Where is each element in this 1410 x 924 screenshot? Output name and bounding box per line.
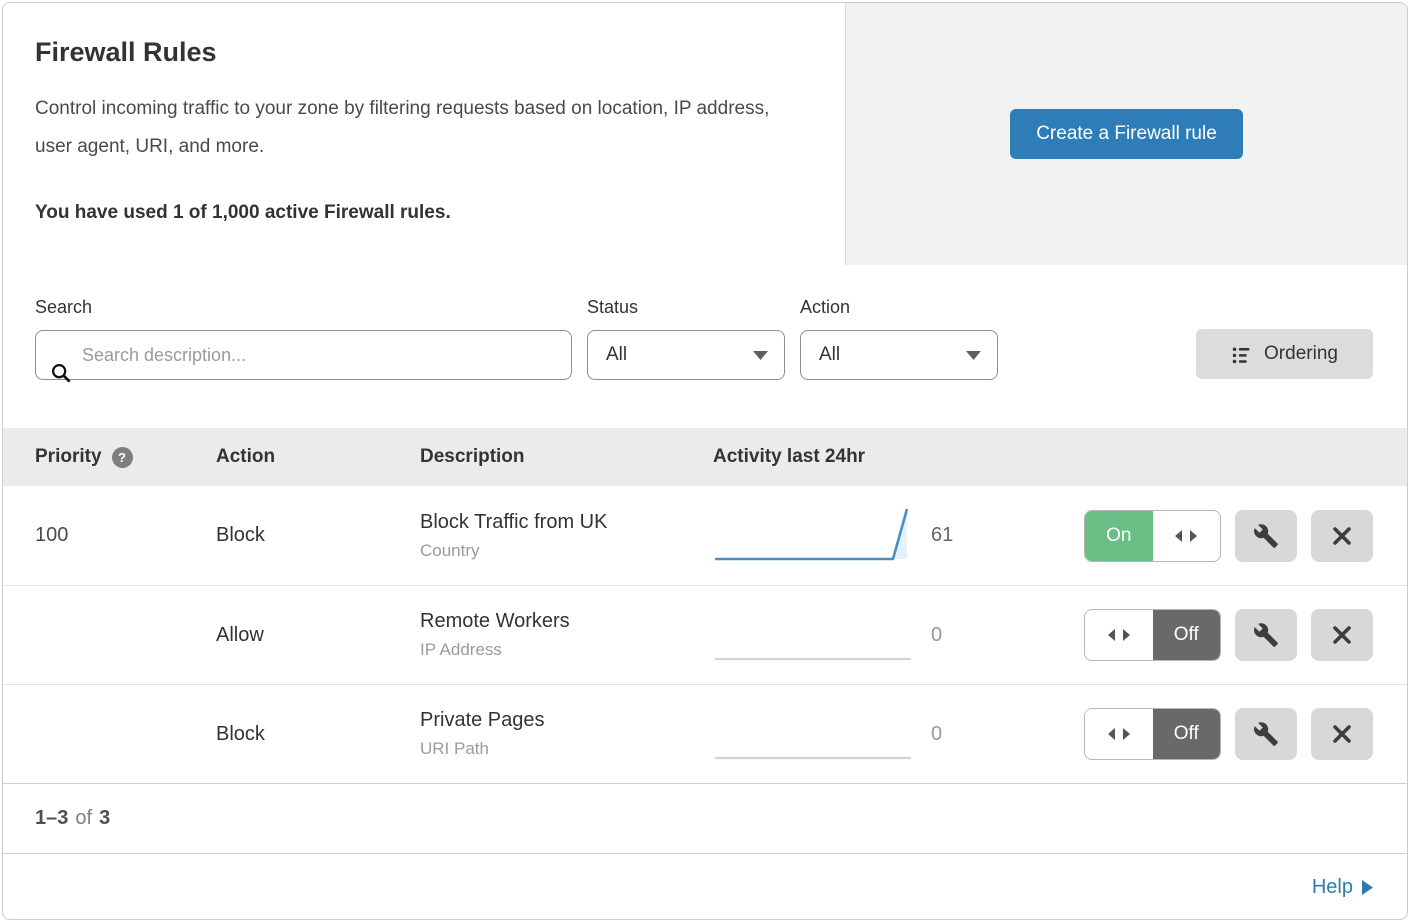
toggle-on-label: On [1085,511,1153,561]
edit-rule-button[interactable] [1235,510,1297,562]
table-header-row: Priority ? Action Description Activity l… [3,428,1407,486]
status-selected-value: All [606,344,627,366]
table-row: Block Private Pages URI Path 0 Off [3,684,1407,783]
close-icon [1330,722,1354,746]
delete-rule-button[interactable] [1311,510,1373,562]
chevron-down-icon [966,351,981,360]
activity-count: 0 [923,624,983,647]
close-icon [1330,623,1354,647]
rule-type: IP Address [420,640,713,660]
rule-name: Block Traffic from UK [420,511,713,534]
rule-action: Block [216,723,420,746]
header-text-panel: Firewall Rules Control incoming traffic … [3,3,846,265]
rule-action: Allow [216,624,420,647]
status-select[interactable]: All [587,330,785,380]
rule-enabled-toggle[interactable]: Off [1084,708,1221,760]
table-row: Allow Remote Workers IP Address 0 Off [3,585,1407,684]
rule-description-cell: Private Pages URI Path [420,709,713,759]
table-row: 100 Block Block Traffic from UK Country … [3,486,1407,585]
pagination-bar: 1–3 of 3 [3,783,1407,853]
activity-sparkline [713,502,923,569]
header-action-panel: Create a Firewall rule [846,3,1407,265]
search-icon [50,362,72,384]
toggle-off-label: Off [1153,709,1221,759]
ordering-button[interactable]: Ordering [1196,329,1373,379]
activity-count: 61 [923,524,983,547]
firewall-rules-card: Firewall Rules Control incoming traffic … [2,2,1408,920]
wrench-icon [1253,523,1279,549]
pagination-of: of [75,807,92,830]
delete-rule-button[interactable] [1311,708,1373,760]
rule-enabled-toggle[interactable]: On [1084,510,1221,562]
edit-rule-button[interactable] [1235,708,1297,760]
search-label: Search [35,297,572,318]
chevron-down-icon [753,351,768,360]
toggle-off-label: Off [1153,610,1221,660]
create-firewall-rule-button[interactable]: Create a Firewall rule [1010,109,1243,159]
close-icon [1330,524,1354,548]
pagination-total: 3 [99,807,110,830]
wrench-icon [1253,622,1279,648]
column-description: Description [420,446,713,468]
page-description: Control incoming traffic to your zone by… [35,90,805,166]
rule-priority: 100 [35,524,216,547]
arrow-right-icon [1362,880,1373,895]
list-ordering-icon [1231,344,1252,365]
rule-name: Remote Workers [420,610,713,633]
edit-rule-button[interactable] [1235,609,1297,661]
toggle-grip-icon [1085,709,1153,759]
ordering-button-label: Ordering [1264,343,1338,365]
help-link[interactable]: Help [1312,876,1373,899]
header-section: Firewall Rules Control incoming traffic … [3,3,1407,265]
rule-name: Private Pages [420,709,713,732]
rule-type: URI Path [420,739,713,759]
column-action: Action [216,446,420,468]
pagination-range: 1–3 [35,807,68,830]
priority-help-icon[interactable]: ? [112,447,133,468]
rule-enabled-toggle[interactable]: Off [1084,609,1221,661]
rule-type: Country [420,541,713,561]
toggle-grip-icon [1085,610,1153,660]
column-activity: Activity last 24hr [713,446,1373,468]
delete-rule-button[interactable] [1311,609,1373,661]
page-title: Firewall Rules [35,37,805,68]
help-bar: Help [3,853,1407,920]
activity-sparkline [713,602,923,669]
activity-sparkline [713,701,923,768]
wrench-icon [1253,721,1279,747]
toggle-grip-icon [1153,511,1221,561]
filters-section: Search Status All Action All [3,265,1407,428]
rule-description-cell: Block Traffic from UK Country [420,511,713,561]
column-priority: Priority [35,446,102,468]
help-link-label: Help [1312,876,1353,899]
action-selected-value: All [819,344,840,366]
search-input[interactable] [35,330,572,380]
action-select[interactable]: All [800,330,998,380]
status-label: Status [587,297,785,318]
action-label: Action [800,297,998,318]
rule-action: Block [216,524,420,547]
rule-description-cell: Remote Workers IP Address [420,610,713,660]
usage-note: You have used 1 of 1,000 active Firewall… [35,202,805,224]
activity-count: 0 [923,723,983,746]
